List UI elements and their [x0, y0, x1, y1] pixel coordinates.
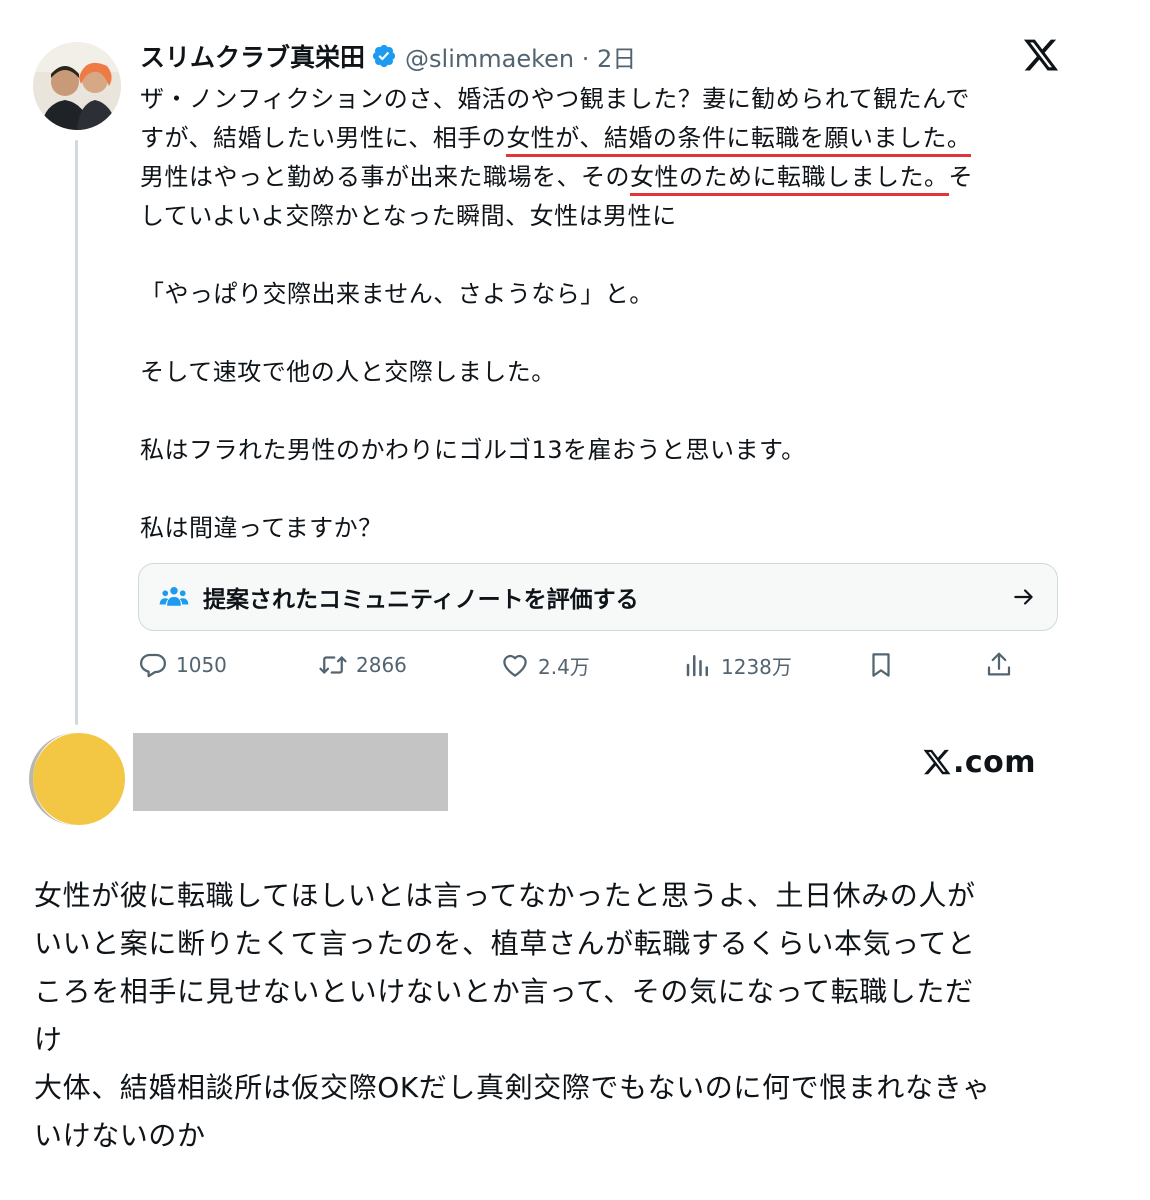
reply-button[interactable]: 1050: [138, 645, 227, 685]
like-button[interactable]: 2.4万: [500, 645, 590, 685]
reply-line: いけないのか: [34, 1119, 206, 1152]
reply-line: いいと案に断りたくて言ったのを、植草さんが転職するくらい本気ってと: [34, 927, 976, 960]
reply-line: け: [34, 1023, 63, 1056]
tweet-actions-bar: 1050 2866 2.4万 1238万: [138, 645, 1018, 685]
views-button[interactable]: 1238万: [683, 645, 792, 685]
user-photo-avatar-icon: [33, 42, 121, 130]
tweet-line: 私は間違ってますか？: [140, 514, 383, 542]
view-count: 1238万: [721, 654, 792, 679]
tweet-line: 男性はやっと勤める事が出来た職場を、その女性のために転職しました。そ: [140, 158, 1060, 197]
retweet-icon: [319, 656, 347, 674]
retweet-count: 2866: [356, 653, 407, 677]
reply-line: ころを相手に見せないといけないとか言って、その気になって転職しただ: [34, 975, 974, 1008]
redacted-username-block: [133, 733, 448, 811]
author-display-name[interactable]: スリムクラブ真栄田: [140, 38, 365, 74]
tweet-line: していよいよ交際かとなった瞬間、女性は男性に: [140, 202, 677, 230]
retweet-button[interactable]: 2866: [318, 645, 407, 685]
screenshot-page: スリムクラブ真栄田 @slimmaeken · 2日 ザ・ノンフィクションのさ、…: [0, 0, 1150, 1200]
highlighted-text: 女性が、結婚の条件に転職を願いました。: [506, 124, 972, 157]
reply-line: 大体、結婚相談所は仮交際OKだし真剣交際でもないのに何で恨まれなきゃ: [34, 1071, 991, 1104]
tweet-line: すが、結婚したい男性に、相手の女性が、結婚の条件に転職を願いました。: [140, 119, 1060, 158]
reply-bubble-icon: [140, 653, 166, 678]
tweet-line: 私はフラれた男性のかわりにゴルゴ13を雇おうと思います。: [140, 436, 806, 464]
community-note-button[interactable]: 提案されたコミュニティノートを評価する: [138, 563, 1058, 631]
people-group-icon: [159, 587, 189, 606]
reply-avatar[interactable]: [33, 733, 125, 825]
tweet-header: スリムクラブ真栄田 @slimmaeken · 2日: [140, 36, 636, 76]
tweet-text: ザ・ノンフィクションのさ、婚活のやつ観ました？妻に勧められて観たんで すが、結婚…: [140, 80, 1060, 548]
community-note-label: 提案されたコミュニティノートを評価する: [203, 587, 639, 613]
verified-badge-icon: [372, 44, 396, 68]
arrow-right-icon: [1014, 589, 1033, 605]
share-button[interactable]: [984, 645, 1022, 685]
x-logo-icon: [923, 749, 951, 775]
reply-line: 女性が彼に転職してほしいとは言ってなかったと思うよ、土日休みの人が: [34, 879, 976, 912]
x-logo-icon: [1023, 39, 1059, 71]
author-handle-and-time[interactable]: @slimmaeken · 2日: [405, 39, 636, 74]
reply-text: 女性が彼に転職してほしいとは言ってなかったと思うよ、土日休みの人が いいと案に断…: [34, 872, 1114, 1160]
reply-count: 1050: [176, 653, 227, 677]
tweet-line: 「やっぱり交際出来ません、さようなら」と。: [140, 280, 654, 308]
heart-icon: [503, 654, 527, 677]
highlighted-text: 女性のために転職しました。: [630, 163, 949, 196]
like-count: 2.4万: [538, 654, 590, 679]
bookmark-icon: [872, 653, 890, 677]
bookmark-button[interactable]: [866, 645, 904, 685]
author-avatar[interactable]: [33, 42, 121, 130]
x-com-text: .com: [953, 744, 1037, 780]
bar-chart-icon: [686, 655, 708, 677]
tweet-line: そして速攻で他の人と交際しました。: [140, 358, 556, 386]
tweet-line: ザ・ノンフィクションのさ、婚活のやつ観ました？妻に勧められて観たんで: [140, 85, 970, 113]
thread-connector-line: [75, 140, 78, 725]
x-com-watermark: .com: [922, 742, 1036, 782]
share-upload-icon: [987, 652, 1011, 676]
